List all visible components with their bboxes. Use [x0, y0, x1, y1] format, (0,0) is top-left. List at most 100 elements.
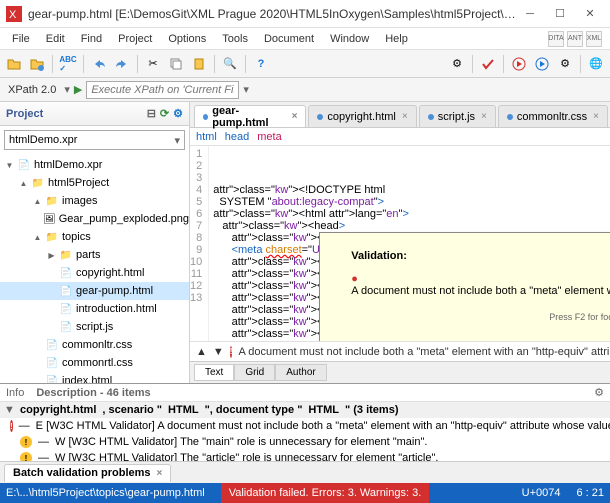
spell-check-icon[interactable]: ABC✓: [58, 54, 78, 74]
view-tab-grid[interactable]: Grid: [234, 364, 275, 381]
validation-tab[interactable]: Description - 46 items: [36, 387, 150, 399]
editor-tab[interactable]: gear-pump.html×: [194, 105, 306, 127]
view-tab-text[interactable]: Text: [194, 364, 234, 381]
expand-icon[interactable]: [46, 322, 57, 333]
xpath-dropdown-icon[interactable]: ▾: [64, 83, 70, 96]
project-panel-header: Project ⊟ ⟳ ⚙: [0, 102, 189, 126]
redo-icon[interactable]: [112, 54, 132, 74]
breadcrumb-item[interactable]: meta: [257, 131, 281, 143]
tree-item[interactable]: 📄gear-pump.html: [0, 282, 189, 300]
project-selector[interactable]: htmlDemo.xpr▾: [4, 130, 185, 150]
menu-edit[interactable]: Edit: [38, 31, 73, 47]
tree-item[interactable]: ▲📁html5Project: [0, 174, 189, 192]
project-tree: ▼📄htmlDemo.xpr▲📁html5Project▲📁images🖼Gea…: [0, 154, 189, 383]
validation-tab[interactable]: Info: [6, 387, 24, 399]
tree-item[interactable]: 📄introduction.html: [0, 300, 189, 318]
code-editor[interactable]: 12345678910111213 attr">class="kw"><!DOC…: [190, 146, 610, 341]
tree-item[interactable]: ▼📄htmlDemo.xpr: [0, 156, 189, 174]
perspective-dita-icon[interactable]: DITA: [548, 31, 564, 47]
tree-item[interactable]: 🖼Gear_pump_exploded.png: [0, 210, 189, 228]
settings-icon[interactable]: ⚙: [447, 54, 467, 74]
expand-icon[interactable]: ▼: [4, 404, 14, 416]
editor-tab[interactable]: script.js×: [419, 105, 496, 127]
expand-icon[interactable]: [32, 340, 43, 351]
file-icon: 📄: [59, 266, 73, 280]
expand-icon[interactable]: [32, 376, 43, 384]
batch-validation-tab[interactable]: Batch validation problems×: [4, 464, 171, 482]
menu-options[interactable]: Options: [160, 31, 214, 47]
breadcrumb-item[interactable]: head: [225, 131, 249, 143]
file-icon: 📁: [45, 194, 59, 208]
tree-item[interactable]: ▲📁topics: [0, 228, 189, 246]
open-icon[interactable]: [4, 54, 24, 74]
perspective-ant-icon[interactable]: ANT: [567, 31, 583, 47]
menu-document[interactable]: Document: [256, 31, 322, 47]
validate-icon[interactable]: [478, 54, 498, 74]
perspective-xml-icon[interactable]: XML: [586, 31, 602, 47]
debug-icon[interactable]: [532, 54, 552, 74]
breadcrumb-item[interactable]: html: [196, 131, 217, 143]
tree-item[interactable]: 📄commonrtl.css: [0, 354, 189, 372]
menu-find[interactable]: Find: [73, 31, 110, 47]
menu-tools[interactable]: Tools: [214, 31, 256, 47]
close-tab-icon[interactable]: ×: [402, 111, 408, 122]
editor-tab[interactable]: commonltr.css×: [498, 105, 608, 127]
tree-item[interactable]: ▲📁images: [0, 192, 189, 210]
error-prev-icon[interactable]: ▲: [196, 346, 207, 358]
close-tab-icon[interactable]: ×: [157, 468, 163, 479]
menu-file[interactable]: File: [4, 31, 38, 47]
xpath-input[interactable]: [86, 81, 239, 99]
browser-icon[interactable]: 🌐: [586, 54, 606, 74]
expand-icon[interactable]: ▲: [18, 178, 29, 189]
panel-settings-icon[interactable]: ⚙: [594, 386, 604, 399]
tree-item[interactable]: 📄copyright.html: [0, 264, 189, 282]
maximize-button[interactable]: ☐: [546, 3, 574, 25]
tree-item[interactable]: 📄commonltr.css: [0, 336, 189, 354]
transform-icon[interactable]: ⚙: [555, 54, 575, 74]
menu-window[interactable]: Window: [322, 31, 377, 47]
xpath-run-icon[interactable]: ▶: [74, 83, 82, 96]
copy-icon[interactable]: [166, 54, 186, 74]
status-bar: E:\...\html5Project\topics\gear-pump.htm…: [0, 483, 610, 503]
project-collapse-icon[interactable]: ⊟: [147, 107, 156, 120]
run-icon[interactable]: [509, 54, 529, 74]
file-type-icon: [507, 114, 513, 120]
project-settings-icon[interactable]: ⚙: [173, 107, 183, 120]
tree-item[interactable]: ▶📁parts: [0, 246, 189, 264]
open-recent-icon[interactable]: [27, 54, 47, 74]
expand-icon[interactable]: [32, 358, 43, 369]
cut-icon[interactable]: ✂: [143, 54, 163, 74]
expand-icon[interactable]: ▶: [46, 250, 57, 261]
close-button[interactable]: ✕: [576, 3, 604, 25]
validation-item[interactable]: !—W [W3C HTML Validator] The "main" role…: [0, 434, 610, 450]
help-icon[interactable]: ?: [251, 54, 271, 74]
expand-icon[interactable]: [46, 268, 57, 279]
breadcrumb: html head meta: [190, 128, 610, 146]
close-tab-icon[interactable]: ×: [593, 111, 599, 122]
tree-item[interactable]: 📄index.html: [0, 372, 189, 383]
menu-project[interactable]: Project: [110, 31, 160, 47]
view-tab-author[interactable]: Author: [275, 364, 326, 381]
editor-tab[interactable]: copyright.html×: [308, 105, 416, 127]
validation-item[interactable]: !—W [W3C HTML Validator] The "article" r…: [0, 450, 610, 461]
close-tab-icon[interactable]: ×: [481, 111, 487, 122]
find-icon[interactable]: 🔍: [220, 54, 240, 74]
close-tab-icon[interactable]: ×: [292, 111, 298, 122]
tree-item[interactable]: 📄script.js: [0, 318, 189, 336]
expand-icon[interactable]: [33, 214, 41, 225]
undo-icon[interactable]: [89, 54, 109, 74]
paste-icon[interactable]: [189, 54, 209, 74]
expand-icon[interactable]: [46, 304, 57, 315]
xpath-scope-icon[interactable]: ▾: [243, 83, 249, 96]
expand-icon[interactable]: ▼: [4, 160, 15, 171]
project-refresh-icon[interactable]: ⟳: [160, 107, 169, 120]
expand-icon[interactable]: ▲: [32, 196, 43, 207]
minimize-button[interactable]: ─: [516, 3, 544, 25]
menu-help[interactable]: Help: [377, 31, 416, 47]
expand-icon[interactable]: [46, 286, 57, 297]
expand-icon[interactable]: ▲: [32, 232, 43, 243]
error-next-icon[interactable]: ▼: [213, 346, 224, 358]
svg-text:X: X: [9, 9, 17, 21]
validation-group[interactable]: ▼copyright.html, scenario "HTML", docume…: [0, 402, 610, 418]
validation-item[interactable]: !—E [W3C HTML Validator] A document must…: [0, 418, 610, 434]
